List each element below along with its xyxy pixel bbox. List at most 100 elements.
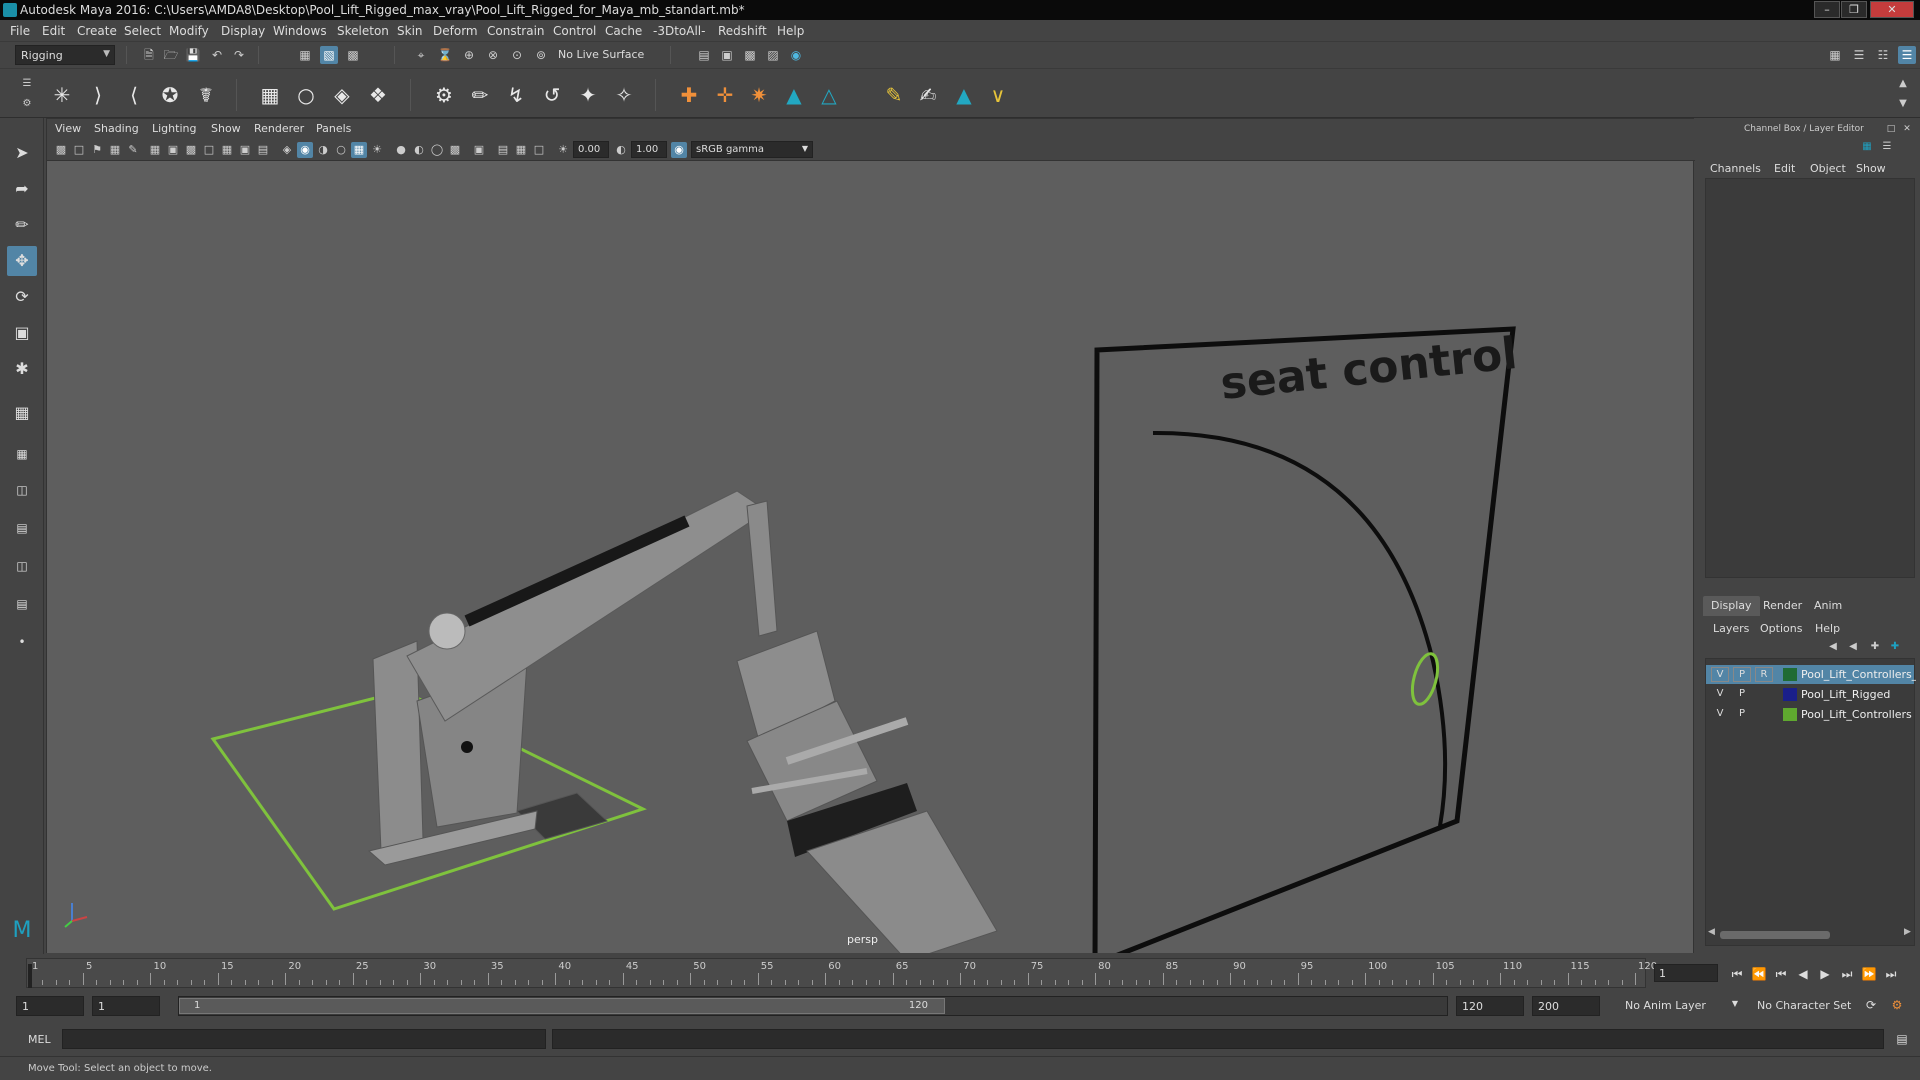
safe-action-icon[interactable]: ▣ xyxy=(237,142,253,158)
select-tool-icon[interactable]: ➤ xyxy=(7,138,37,168)
menu-control[interactable]: Control xyxy=(553,24,596,38)
grease-pencil-icon[interactable]: ✎ xyxy=(125,142,141,158)
shadows-icon[interactable]: ● xyxy=(393,142,409,158)
menu-select[interactable]: Select xyxy=(124,24,161,38)
snap-curve-icon[interactable]: ⌛ xyxy=(436,46,454,64)
current-frame-field[interactable]: 1 xyxy=(1654,964,1718,982)
go-to-end-icon[interactable]: ⏭ xyxy=(1882,966,1900,982)
ipr-render-icon[interactable]: ▩ xyxy=(741,46,759,64)
paint-select-tool-icon[interactable]: ✏ xyxy=(7,210,37,240)
layer-reference-toggle[interactable] xyxy=(1755,707,1773,722)
safe-title-icon[interactable]: ▤ xyxy=(255,142,271,158)
script-editor-icon[interactable]: ▤ xyxy=(1893,1031,1911,1047)
time-ruler[interactable]: 1 5 10 15 20 25 30 35 40 45 50 55 60 65 70 75 80 85 90 95 10… xyxy=(26,958,1657,988)
menu-redshift[interactable]: Redshift xyxy=(718,24,767,38)
vp-menu-shading[interactable]: Shading xyxy=(94,122,139,135)
single-perspective-layout-icon[interactable]: ▦ xyxy=(7,398,37,428)
channels-object-menu[interactable]: Object xyxy=(1810,162,1846,175)
outliner-layout-icon[interactable]: ▤ xyxy=(7,592,37,616)
undo-icon[interactable]: ↶ xyxy=(208,46,226,64)
layer-row[interactable]: V P Pool_Lift_Rigged xyxy=(1706,685,1914,704)
xray-joints-icon[interactable]: ▦ xyxy=(513,142,529,158)
vp-menu-view[interactable]: View xyxy=(55,122,81,135)
scroll-left-icon[interactable]: ◀ xyxy=(1708,927,1715,937)
end-time-field[interactable]: 200 xyxy=(1532,996,1600,1016)
gamma-icon[interactable]: ◐ xyxy=(613,142,629,158)
gate-mask-icon[interactable]: □ xyxy=(201,142,217,158)
close-panel-icon[interactable]: ✕ xyxy=(1898,120,1916,138)
layer-playback-toggle[interactable]: P xyxy=(1733,687,1751,702)
minimize-icon[interactable]: – xyxy=(1814,1,1840,18)
new-empty-layer-icon[interactable]: ✚ xyxy=(1866,638,1884,656)
menu-help[interactable]: Help xyxy=(777,24,804,38)
aim-constraint-icon[interactable]: ✛ xyxy=(711,81,739,109)
live-surface-field[interactable]: No Live Surface xyxy=(553,45,653,65)
maximize-icon[interactable]: ❐ xyxy=(1841,1,1867,18)
open-scene-icon[interactable]: 🗁 xyxy=(162,46,180,64)
menu-display[interactable]: Display xyxy=(221,24,265,38)
detach-skin-icon[interactable]: ✧ xyxy=(610,81,638,109)
shelf-scroll-down-icon[interactable]: ▼ xyxy=(1894,95,1912,113)
menu-modify[interactable]: Modify xyxy=(169,24,209,38)
shelf-settings-icon[interactable]: ⚙ xyxy=(18,95,36,113)
play-forwards-icon[interactable]: ▶ xyxy=(1816,966,1834,982)
layer-name[interactable]: Pool_Lift_Controllers xyxy=(1801,708,1916,721)
camera-attributes-icon[interactable]: □ xyxy=(71,142,87,158)
menu-create[interactable]: Create xyxy=(77,24,117,38)
render-frame-icon[interactable]: ▣ xyxy=(718,46,736,64)
parent-constraint-icon[interactable]: ▲ xyxy=(780,81,808,109)
modeling-toolkit-icon[interactable]: ▦ xyxy=(1826,46,1844,64)
field-chart-icon[interactable]: ▦ xyxy=(219,142,235,158)
bookmark-icon[interactable]: ⚑ xyxy=(89,142,105,158)
tab-anim[interactable]: Anim xyxy=(1806,596,1850,616)
humanik-icon[interactable]: ☤ xyxy=(192,81,220,109)
xray-active-icon[interactable]: □ xyxy=(531,142,547,158)
layer-row[interactable]: V P Pool_Lift_Controllers xyxy=(1706,705,1914,724)
scene-canvas[interactable]: seat control persp xyxy=(47,161,1693,968)
playback-start-field[interactable]: 1 xyxy=(92,996,160,1016)
new-layer-selected-icon[interactable]: ✚ xyxy=(1886,638,1904,656)
go-to-start-icon[interactable]: ⏮ xyxy=(1728,966,1746,982)
color-management-icon[interactable]: ◉ xyxy=(671,142,687,158)
ik-handle-icon[interactable]: ⟩ xyxy=(84,81,112,109)
geometry-constraint-icon[interactable]: ✎ xyxy=(880,81,908,109)
smooth-bind-icon[interactable]: ✦ xyxy=(574,81,602,109)
move-tool-icon[interactable]: ✥ xyxy=(7,246,37,276)
vp-menu-panels[interactable]: Panels xyxy=(316,122,351,135)
select-camera-icon[interactable]: ▩ xyxy=(53,142,69,158)
isolate-select-icon[interactable]: ▣ xyxy=(471,142,487,158)
layers-help-menu[interactable]: Help xyxy=(1815,622,1840,635)
lasso-tool-icon[interactable]: ➦ xyxy=(7,174,37,204)
channels-show-menu[interactable]: Show xyxy=(1856,162,1886,175)
tool-settings-icon[interactable]: ☷ xyxy=(1874,46,1892,64)
vp-menu-lighting[interactable]: Lighting xyxy=(152,122,196,135)
layer-row[interactable]: V P R Pool_Lift_Controllers_F xyxy=(1706,665,1916,684)
menu-edit[interactable]: Edit xyxy=(42,24,65,38)
move-layer-down-icon[interactable]: ◀ xyxy=(1844,638,1862,656)
menu-file[interactable]: File xyxy=(10,24,30,38)
menu-skeleton[interactable]: Skeleton xyxy=(337,24,389,38)
bind-skin-icon[interactable]: ⚙ xyxy=(430,81,458,109)
menu-deform[interactable]: Deform xyxy=(433,24,478,38)
use-default-material-icon[interactable]: ◑ xyxy=(315,142,331,158)
layer-name[interactable]: Pool_Lift_Controllers_F xyxy=(1801,668,1916,681)
pole-vector-icon[interactable]: ✍ xyxy=(914,81,942,109)
layer-color-swatch[interactable] xyxy=(1783,708,1797,721)
color-space-dropdown[interactable]: sRGB gamma ▼ xyxy=(691,141,813,158)
layer-horizontal-scrollbar[interactable] xyxy=(1720,931,1830,939)
channels-edit-menu[interactable]: Edit xyxy=(1774,162,1795,175)
channels-menu[interactable]: Channels xyxy=(1710,162,1761,175)
textured-icon[interactable]: ▦ xyxy=(351,142,367,158)
channel-box-icon[interactable]: ☰ xyxy=(1898,46,1916,64)
menuset-dropdown[interactable]: Rigging ▼ xyxy=(15,45,115,65)
paint-weights-icon[interactable]: ✏ xyxy=(466,81,494,109)
anti-aliasing-icon[interactable]: ▩ xyxy=(447,142,463,158)
grid-toggle-icon[interactable]: ▦ xyxy=(147,142,163,158)
anim-layer-dropdown[interactable]: No Anim Layer ▼ xyxy=(1620,996,1740,1016)
render-view-icon[interactable]: ▨ xyxy=(764,46,782,64)
layer-playback-toggle[interactable]: P xyxy=(1733,707,1751,722)
persp-outliner-layout-icon[interactable]: ◫ xyxy=(7,554,37,578)
use-all-lights-icon[interactable]: ☀ xyxy=(369,142,385,158)
save-scene-icon[interactable]: 💾 xyxy=(184,46,202,64)
exposure-field[interactable]: 0.00 xyxy=(573,141,609,158)
